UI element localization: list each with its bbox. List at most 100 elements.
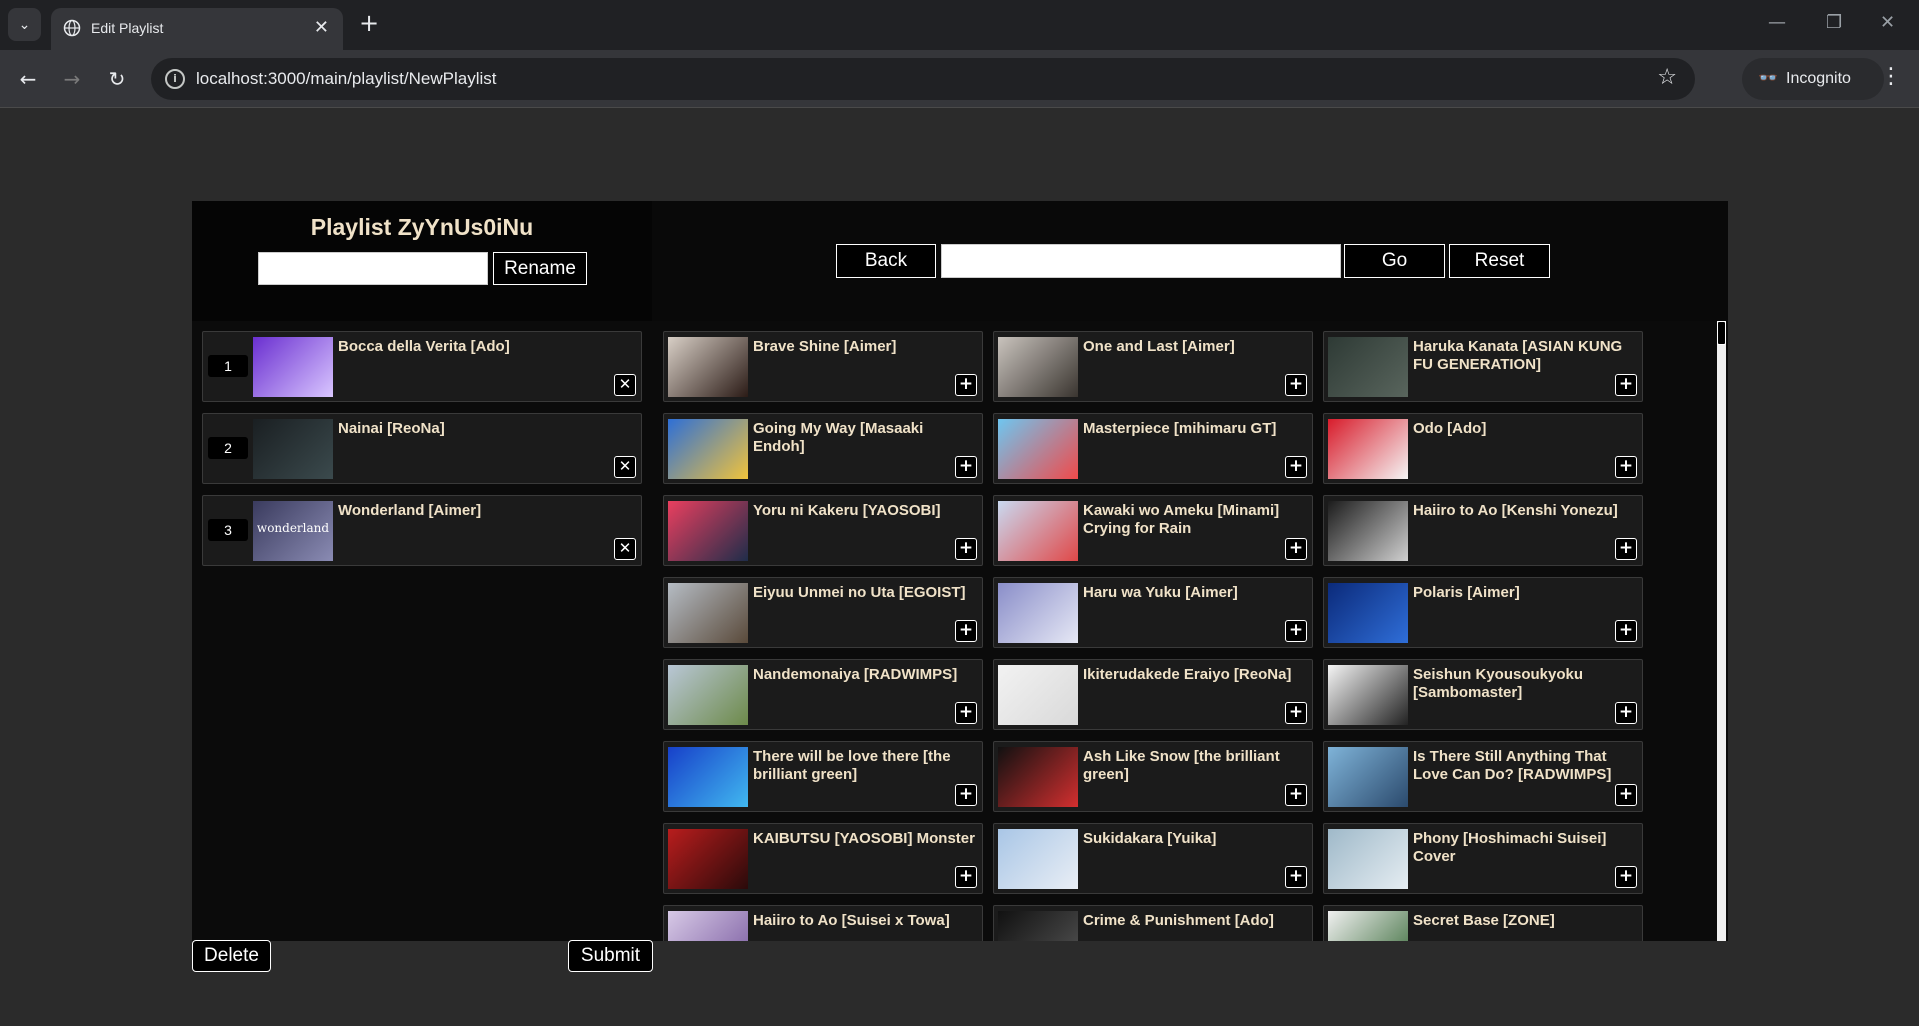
- song-card[interactable]: Brave Shine [Aimer] +: [663, 331, 983, 402]
- playlist-item[interactable]: 2 Nainai [ReoNa] ✕: [202, 413, 642, 484]
- song-card[interactable]: Masterpiece [mihimaru GT] +: [993, 413, 1313, 484]
- back-arrow-icon[interactable]: ←: [13, 64, 43, 94]
- playlist-item[interactable]: 1 Bocca della Verita [Ado] ✕: [202, 331, 642, 402]
- rename-button[interactable]: Rename: [493, 252, 587, 285]
- remove-song-button[interactable]: ✕: [614, 374, 636, 396]
- track-number: 2: [208, 437, 248, 459]
- song-card[interactable]: Going My Way [Masaaki Endoh] +: [663, 413, 983, 484]
- go-button[interactable]: Go: [1344, 244, 1445, 278]
- add-song-button[interactable]: +: [1285, 702, 1307, 724]
- remove-song-button[interactable]: ✕: [614, 538, 636, 560]
- playlist-item[interactable]: 3 wonderland Wonderland [Aimer] ✕: [202, 495, 642, 566]
- song-card[interactable]: Phony [Hoshimachi Suisei] Cover +: [1323, 823, 1643, 894]
- new-tab-button[interactable]: +: [355, 10, 383, 38]
- song-card[interactable]: Polaris [Aimer] +: [1323, 577, 1643, 648]
- add-song-button[interactable]: +: [1615, 702, 1637, 724]
- thumbnail-image: [668, 583, 748, 643]
- song-title: One and Last [Aimer]: [1083, 338, 1235, 355]
- add-song-button[interactable]: +: [1615, 784, 1637, 806]
- forward-arrow-icon[interactable]: →: [57, 64, 87, 94]
- add-song-button[interactable]: +: [955, 620, 977, 642]
- remove-song-button[interactable]: ✕: [614, 456, 636, 478]
- track-number: 1: [208, 355, 248, 377]
- incognito-label: Incognito: [1786, 70, 1851, 87]
- add-song-button[interactable]: +: [1285, 456, 1307, 478]
- add-song-button[interactable]: +: [955, 374, 977, 396]
- reset-button[interactable]: Reset: [1449, 244, 1550, 278]
- song-card[interactable]: There will be love there [the brilliant …: [663, 741, 983, 812]
- song-card[interactable]: Haru wa Yuku [Aimer] +: [993, 577, 1313, 648]
- song-card[interactable]: Sukidakara [Yuika] +: [993, 823, 1313, 894]
- rename-input[interactable]: [258, 252, 488, 285]
- add-song-button[interactable]: +: [1615, 620, 1637, 642]
- library-scroll-thumb[interactable]: [1717, 321, 1726, 345]
- add-song-button[interactable]: +: [955, 456, 977, 478]
- add-song-button[interactable]: +: [1285, 538, 1307, 560]
- add-song-button[interactable]: +: [1285, 784, 1307, 806]
- submit-button[interactable]: Submit: [568, 940, 653, 972]
- song-title: Ikiterudakede Eraiyo [ReoNa]: [1083, 666, 1292, 683]
- song-card[interactable]: Yoru ni Kakeru [YAOSOBI] +: [663, 495, 983, 566]
- bookmark-star-icon[interactable]: ☆: [1657, 65, 1677, 90]
- song-card[interactable]: Eiyuu Unmei no Uta [EGOIST] +: [663, 577, 983, 648]
- tab-title: Edit Playlist: [91, 20, 164, 36]
- song-card[interactable]: Haiiro to Ao [Kenshi Yonezu] +: [1323, 495, 1643, 566]
- add-song-button[interactable]: +: [955, 784, 977, 806]
- delete-button[interactable]: Delete: [192, 940, 271, 972]
- song-title: Crime & Punishment [Ado]: [1083, 912, 1274, 929]
- song-title: Haiiro to Ao [Suisei x Towa]: [753, 912, 950, 929]
- song-card[interactable]: Crime & Punishment [Ado]+: [993, 905, 1313, 941]
- add-song-button[interactable]: +: [1615, 538, 1637, 560]
- tab-search-button[interactable]: ⌄: [8, 8, 41, 41]
- song-card[interactable]: Kawaki wo Ameku [Minami] Crying for Rain…: [993, 495, 1313, 566]
- add-song-button[interactable]: +: [1285, 620, 1307, 642]
- window-close-icon[interactable]: ✕: [1880, 12, 1895, 33]
- track-number: 3: [208, 519, 248, 541]
- add-song-button[interactable]: +: [1285, 866, 1307, 888]
- add-song-button[interactable]: +: [1285, 374, 1307, 396]
- song-card[interactable]: Nandemonaiya [RADWIMPS] +: [663, 659, 983, 730]
- song-card[interactable]: Is There Still Anything That Love Can Do…: [1323, 741, 1643, 812]
- song-card[interactable]: KAIBUTSU [YAOSOBI] Monster +: [663, 823, 983, 894]
- song-title: Wonderland [Aimer]: [338, 502, 482, 519]
- song-title: Masterpiece [mihimaru GT]: [1083, 420, 1277, 437]
- library-scrollbar[interactable]: [1717, 321, 1726, 941]
- song-card[interactable]: One and Last [Aimer] +: [993, 331, 1313, 402]
- thumbnail-image: [998, 337, 1078, 397]
- minimize-icon[interactable]: —: [1768, 12, 1786, 33]
- address-bar[interactable]: i localhost:3000/main/playlist/NewPlayli…: [151, 58, 1695, 100]
- add-song-button[interactable]: +: [955, 702, 977, 724]
- site-info-icon[interactable]: i: [165, 69, 185, 89]
- song-card[interactable]: Ash Like Snow [the brilliant green] +: [993, 741, 1313, 812]
- add-song-button[interactable]: +: [955, 866, 977, 888]
- song-card[interactable]: Odo [Ado] +: [1323, 413, 1643, 484]
- add-song-button[interactable]: +: [1615, 866, 1637, 888]
- song-title: Bocca della Verita [Ado]: [338, 338, 510, 355]
- add-song-button[interactable]: +: [955, 538, 977, 560]
- song-card[interactable]: Haiiro to Ao [Suisei x Towa]+: [663, 905, 983, 941]
- url-text[interactable]: localhost:3000/main/playlist/NewPlaylist: [196, 69, 496, 89]
- song-title: Haruka Kanata [ASIAN KUNG FU GENERATION]: [1413, 338, 1623, 373]
- close-tab-icon[interactable]: ✕: [314, 17, 329, 38]
- restore-icon[interactable]: ❐: [1826, 12, 1842, 33]
- thumbnail-image: [998, 747, 1078, 807]
- thumbnail-image: [1328, 501, 1408, 561]
- thumbnail-image: [1328, 911, 1408, 941]
- browser-tab[interactable]: Edit Playlist ✕: [51, 8, 343, 50]
- thumbnail-image: [668, 665, 748, 725]
- reload-icon[interactable]: ↻: [102, 64, 132, 94]
- browser-menu-icon[interactable]: ⋮: [1880, 64, 1902, 89]
- song-card[interactable]: Ikiterudakede Eraiyo [ReoNa] +: [993, 659, 1313, 730]
- song-title: Phony [Hoshimachi Suisei] Cover: [1413, 830, 1607, 865]
- add-song-button[interactable]: +: [1615, 456, 1637, 478]
- song-title: Sukidakara [Yuika]: [1083, 830, 1217, 847]
- song-title: Going My Way [Masaaki Endoh]: [753, 420, 924, 455]
- incognito-badge[interactable]: 👓 Incognito: [1742, 58, 1884, 100]
- song-card[interactable]: Secret Base [ZONE]+: [1323, 905, 1643, 941]
- back-button[interactable]: Back: [836, 244, 936, 278]
- song-card[interactable]: Haruka Kanata [ASIAN KUNG FU GENERATION]…: [1323, 331, 1643, 402]
- search-input[interactable]: [941, 244, 1341, 278]
- thumbnail-image: [253, 419, 333, 479]
- add-song-button[interactable]: +: [1615, 374, 1637, 396]
- song-card[interactable]: Seishun Kyousoukyoku [Sambomaster] +: [1323, 659, 1643, 730]
